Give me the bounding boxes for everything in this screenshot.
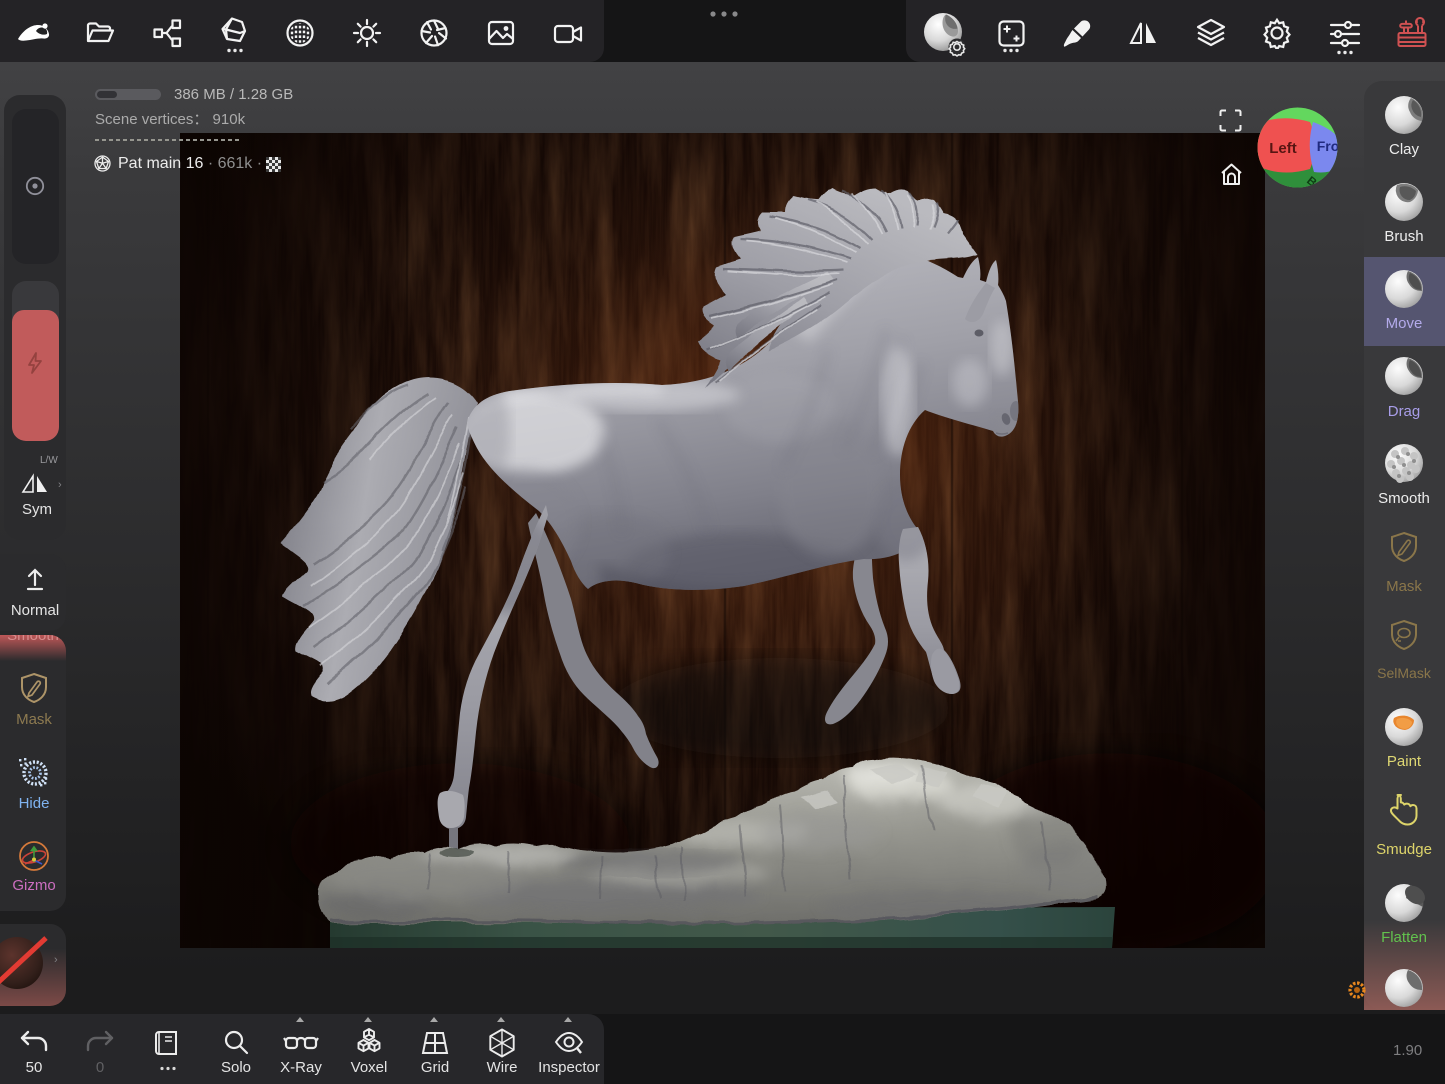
svg-text:Move: Move: [1386, 315, 1423, 332]
svg-text:Left: Left: [1269, 140, 1297, 157]
svg-text:Drag: Drag: [1388, 403, 1421, 420]
svg-text:Clay: Clay: [1389, 141, 1420, 158]
svg-text:SelMask: SelMask: [1377, 665, 1432, 681]
svg-text:Mask: Mask: [1386, 578, 1422, 595]
svg-text:Flatten: Flatten: [1381, 929, 1427, 946]
svg-text:Smooth: Smooth: [1378, 490, 1430, 507]
svg-text:Brush: Brush: [1384, 228, 1423, 245]
svg-text:Smudge: Smudge: [1376, 841, 1432, 858]
svg-text:Paint: Paint: [1387, 753, 1422, 770]
svg-text:Fro: Fro: [1317, 138, 1339, 154]
